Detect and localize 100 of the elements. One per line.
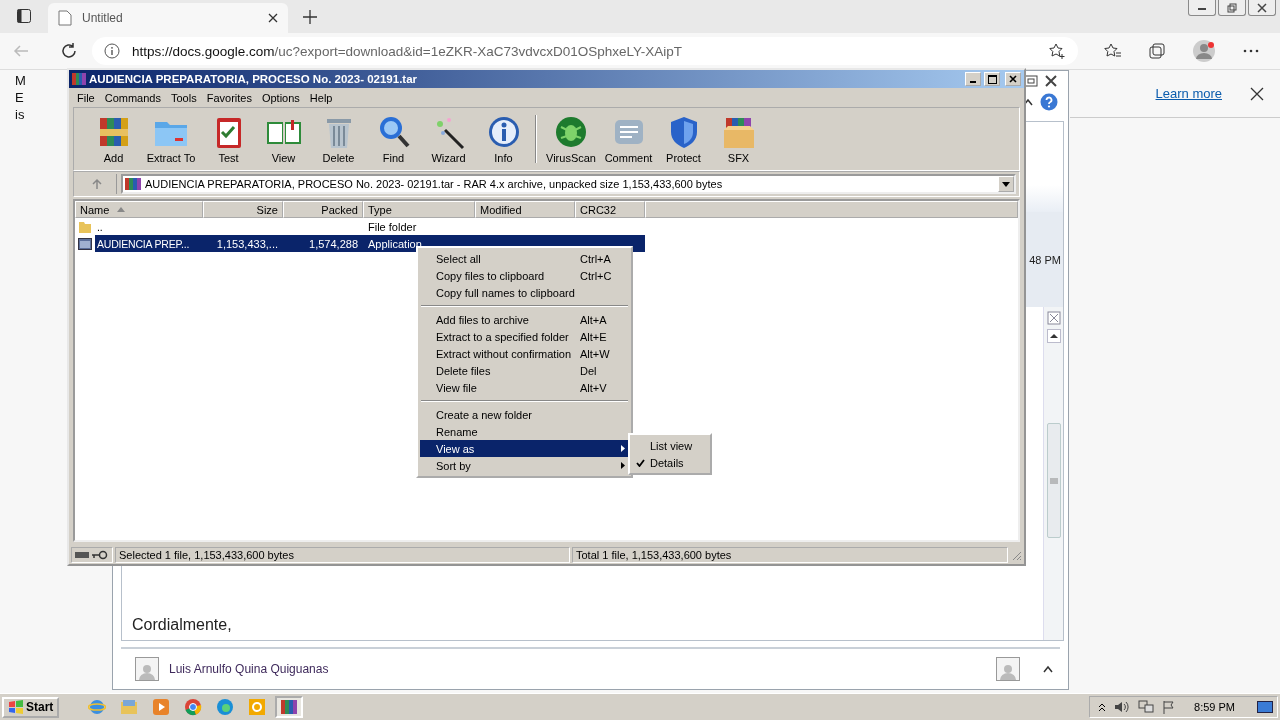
help-icon[interactable] xyxy=(1040,93,1058,111)
menu-item[interactable]: View file Alt+V xyxy=(420,379,629,396)
tab-actions-icon[interactable] xyxy=(16,8,32,24)
menu-item[interactable]: Create a new folder xyxy=(420,406,629,423)
grip-icon xyxy=(1049,477,1058,484)
windows-logo-icon xyxy=(8,700,24,714)
up-arrow-icon xyxy=(90,178,103,190)
toolbar-button[interactable]: Wizard xyxy=(421,114,476,164)
menu-item[interactable]: List view xyxy=(632,437,708,454)
restore-icon xyxy=(1227,2,1237,13)
menu-item[interactable]: Rename xyxy=(420,423,629,440)
desktop-icon[interactable] xyxy=(1257,700,1273,714)
collections-icon[interactable] xyxy=(1148,42,1166,60)
menu-item[interactable]: Sort by xyxy=(420,457,629,474)
message-time: 48 PM xyxy=(1029,253,1061,266)
column-header[interactable]: Modified xyxy=(475,201,575,218)
close-icon[interactable] xyxy=(1250,86,1264,101)
column-header[interactable]: Packed xyxy=(283,201,363,218)
document-icon xyxy=(58,10,72,26)
zoom-icon xyxy=(1046,311,1061,325)
chevron-up-icon[interactable] xyxy=(1098,702,1107,712)
scrollbar[interactable] xyxy=(1043,307,1063,640)
table-cell: 1,574,288 xyxy=(283,235,363,252)
menu-item[interactable]: Add files to archive Alt+A xyxy=(420,311,629,328)
toolbar-button[interactable]: Extract To xyxy=(141,114,201,164)
status-text: Total 1 file, 1,153,433,600 bytes xyxy=(572,547,1008,563)
menu-item[interactable]: Tools xyxy=(167,91,203,104)
favorite-add-icon[interactable] xyxy=(1048,42,1066,60)
menu-item[interactable]: Extract without confirmation Alt+W xyxy=(420,345,629,362)
menu-item[interactable]: Copy full names to clipboard xyxy=(420,284,629,301)
scroll-up-icon xyxy=(1046,329,1061,343)
menu-item[interactable]: Copy files to clipboard Ctrl+C xyxy=(420,267,629,284)
chrome-icon xyxy=(184,698,203,716)
file-row[interactable]: .. File folder xyxy=(75,218,1018,235)
close-icon[interactable] xyxy=(268,13,278,23)
menu-item[interactable]: File xyxy=(73,91,101,104)
menu-item[interactable]: Help xyxy=(305,91,339,104)
toolbar-button[interactable]: Delete xyxy=(311,114,366,164)
dropdown-button[interactable] xyxy=(998,176,1014,192)
maximize-button[interactable] xyxy=(984,72,1000,86)
status-text: Selected 1 file, 1,153,433,600 bytes xyxy=(115,547,570,563)
play-icon xyxy=(152,698,171,716)
bug-icon xyxy=(553,114,589,150)
taskbar-button[interactable] xyxy=(275,696,304,718)
folder-icon xyxy=(120,698,139,716)
toolbar-button[interactable]: VirusScan xyxy=(541,114,601,164)
toolbar-button[interactable]: SFX xyxy=(711,114,766,164)
menu-item[interactable]: Delete files Del xyxy=(420,362,629,379)
mail-app-icon xyxy=(248,698,267,716)
menu-item[interactable]: Extract to a specified folder Alt+E xyxy=(420,328,629,345)
close-icon xyxy=(1257,2,1267,13)
menu-item[interactable]: View as xyxy=(420,440,629,457)
books-icon xyxy=(280,698,299,716)
toolbar-button[interactable]: Test xyxy=(201,114,256,164)
column-header[interactable]: Type xyxy=(363,201,475,218)
application-icon xyxy=(78,237,92,250)
minimize-button[interactable] xyxy=(1188,0,1216,16)
page-text: M xyxy=(15,72,26,89)
restore-icon[interactable] xyxy=(1024,75,1038,87)
maximize-icon xyxy=(987,74,997,84)
toolbar-button[interactable]: Add xyxy=(86,114,141,164)
column-header[interactable]: Name xyxy=(75,201,203,218)
network-icon[interactable] xyxy=(1138,700,1155,714)
resize-grip-icon[interactable] xyxy=(1010,549,1022,561)
toolbar-button[interactable]: Comment xyxy=(601,114,656,164)
globe-icon xyxy=(88,698,107,716)
browser-tab[interactable]: Untitled xyxy=(48,3,288,33)
toolbar-button[interactable]: Protect xyxy=(656,114,711,164)
menu-item[interactable]: Options xyxy=(257,91,306,104)
tab-title: Untitled xyxy=(82,11,124,25)
restore-button[interactable] xyxy=(1218,0,1246,16)
person-icon xyxy=(999,662,1017,680)
message-text: Cordialmente, xyxy=(132,616,232,634)
edge-icon xyxy=(216,698,235,716)
favorites-icon[interactable] xyxy=(1104,42,1122,60)
menu-item[interactable]: Commands xyxy=(100,91,167,104)
flag-icon[interactable] xyxy=(1162,700,1177,714)
reload-icon[interactable] xyxy=(60,42,78,60)
start-button[interactable]: Start xyxy=(2,696,60,718)
profile-avatar[interactable] xyxy=(1192,39,1216,63)
toolbar-button[interactable]: Info xyxy=(476,114,531,164)
caret-icon xyxy=(1002,181,1010,187)
chevron-up-icon[interactable] xyxy=(1042,664,1054,674)
path-combo[interactable]: AUDIENCIA PREPARATORIA, PROCESO No. 2023- 02191.tar - RAR 4.x archive, unpacked size 1,153,433,600 bytes xyxy=(121,174,1016,194)
toolbar-button[interactable]: View xyxy=(256,114,311,164)
menu-item[interactable]: Select all Ctrl+A xyxy=(420,250,629,267)
column-header[interactable]: CRC32 xyxy=(575,201,645,218)
folder-icon xyxy=(78,219,92,234)
menu-item[interactable]: Details xyxy=(632,454,708,471)
learn-more-link[interactable]: Learn more xyxy=(1155,86,1222,101)
new-tab-icon[interactable] xyxy=(302,9,318,25)
menu-item[interactable]: Favorites xyxy=(202,91,258,104)
address-bar[interactable]: https://docs.google.com/uc?export=download&id=1eZKR-XaC73vdvcxD01OSphxeLY-XAipT xyxy=(92,37,1078,65)
file-name: .. xyxy=(96,219,104,235)
speaker-icon[interactable] xyxy=(1114,700,1131,714)
clock: 8:59 PM xyxy=(1194,701,1235,713)
close-icon[interactable] xyxy=(1044,75,1058,87)
column-header[interactable]: Size xyxy=(203,201,283,218)
toolbar-button[interactable]: Find xyxy=(366,114,421,164)
close-button[interactable] xyxy=(1248,0,1276,16)
